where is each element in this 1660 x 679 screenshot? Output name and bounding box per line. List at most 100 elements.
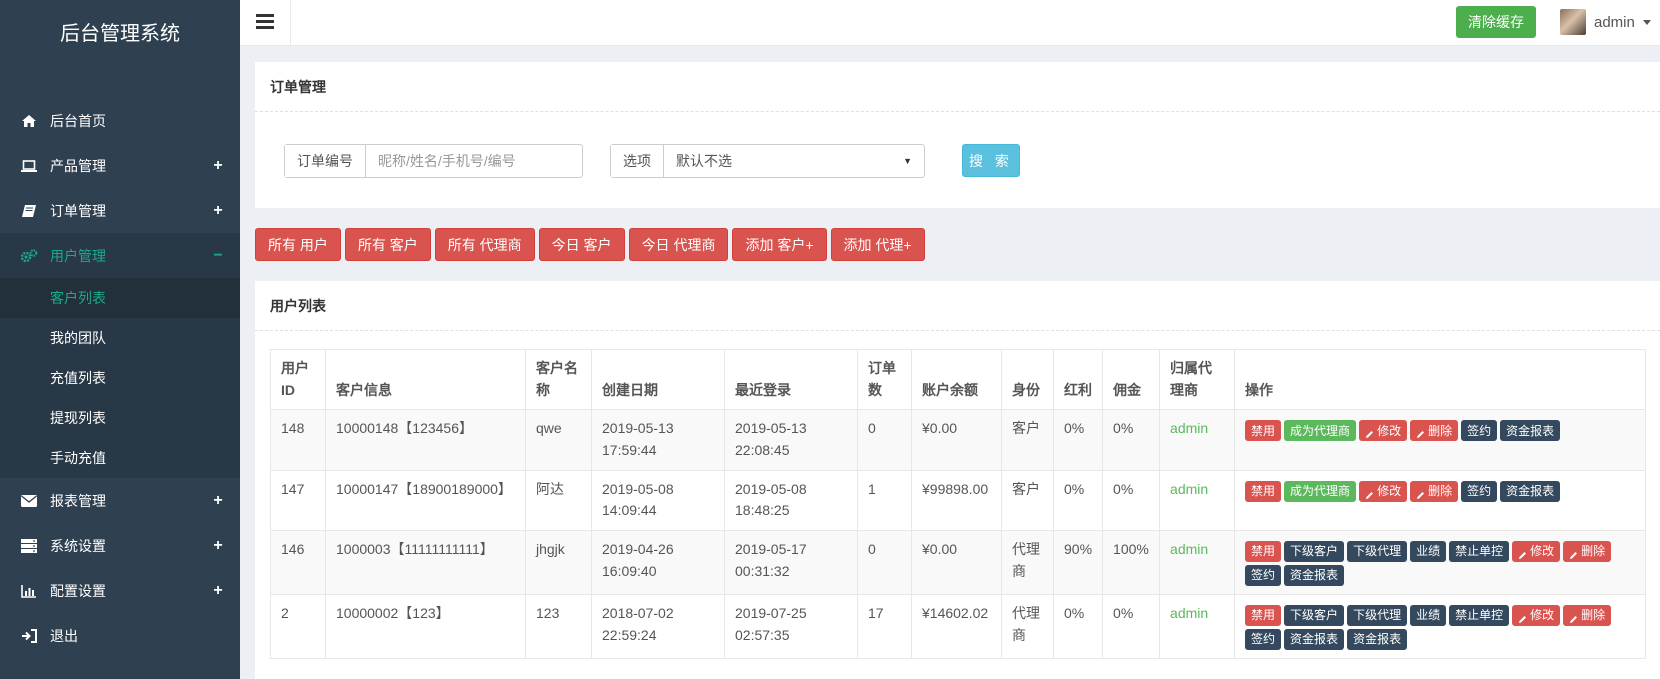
action-button-label: 成为代理商 — [1290, 423, 1351, 438]
filter-all-agents-button[interactable]: 所有 代理商 — [434, 228, 535, 261]
sidebar-item-config[interactable]: 配置设置 + — [0, 568, 240, 613]
sidebar-item-home[interactable]: 后台首页 — [0, 98, 240, 143]
search-button[interactable]: 搜 索 — [962, 144, 1020, 177]
action-button[interactable]: 下级客户 — [1284, 605, 1345, 627]
order-number-label: 订单编号 — [285, 145, 366, 177]
col-header-commission: 佣金 — [1102, 348, 1161, 411]
cell-id: 147 — [270, 469, 326, 532]
action-button[interactable]: 签约 — [1245, 629, 1282, 651]
cell-agent[interactable]: admin — [1159, 469, 1236, 532]
cell-info: 10000148【123456】 — [325, 409, 526, 471]
sidebar-item-system-settings[interactable]: 系统设置 + — [0, 523, 240, 568]
col-header-actions: 操作 — [1234, 348, 1647, 411]
bar-chart-icon — [20, 582, 38, 600]
action-button[interactable]: 签约 — [1461, 480, 1498, 502]
sidebar-subitem-withdraw-list[interactable]: 提现列表 — [0, 398, 240, 438]
sidebar-subitem-recharge-list[interactable]: 充值列表 — [0, 358, 240, 398]
cell-balance: ¥0.00 — [911, 530, 1002, 596]
action-button[interactable]: 成为代理商 — [1284, 420, 1357, 442]
cell-agent[interactable]: admin — [1159, 530, 1236, 596]
sidebar-item-label: 订单管理 — [50, 202, 106, 219]
filter-today-customers-button[interactable]: 今日 客户 — [538, 228, 625, 261]
order-search-input[interactable]: 昵称/姓名/手机号/编号 — [366, 145, 582, 177]
pencil-icon — [1569, 547, 1578, 560]
sidebar-item-users[interactable]: 用户管理 − — [0, 233, 240, 278]
action-button[interactable]: 成为代理商 — [1284, 480, 1357, 502]
option-select[interactable]: 默认不选 ▼ — [664, 145, 924, 177]
action-button[interactable]: 业绩 — [1410, 605, 1447, 627]
action-button[interactable]: 修改 — [1359, 480, 1408, 502]
user-menu[interactable]: admin — [1560, 8, 1651, 36]
action-button-label: 成为代理商 — [1290, 483, 1351, 498]
action-button[interactable]: 禁用 — [1245, 541, 1282, 563]
filter-today-agents-button[interactable]: 今日 代理商 — [628, 228, 729, 261]
action-button[interactable]: 删除 — [1563, 605, 1612, 627]
action-button[interactable]: 资金报表 — [1500, 480, 1561, 502]
action-button[interactable]: 删除 — [1410, 480, 1459, 502]
expand-icon: + — [213, 536, 223, 554]
action-button-label: 资金报表 — [1290, 568, 1339, 583]
sidebar-subitem-my-team[interactable]: 我的团队 — [0, 318, 240, 358]
action-button-label: 资金报表 — [1353, 632, 1402, 647]
sidebar-item-products[interactable]: 产品管理 + — [0, 143, 240, 188]
clear-cache-button[interactable]: 清除缓存 — [1456, 6, 1536, 38]
action-button[interactable]: 禁止单控 — [1449, 605, 1510, 627]
cell-id: 2 — [270, 594, 326, 660]
action-button[interactable]: 禁用 — [1245, 605, 1282, 627]
action-button[interactable]: 签约 — [1461, 420, 1498, 442]
brand-title: 后台管理系统 — [60, 22, 180, 45]
cell-actions: 禁用 下级客户 下级代理 业绩 禁止单控 修改 删除 签约 资金报表 资金报表 — [1234, 594, 1647, 660]
action-button[interactable]: 删除 — [1410, 420, 1459, 442]
action-button[interactable]: 下级代理 — [1347, 605, 1408, 627]
action-button[interactable]: 禁用 — [1245, 420, 1282, 442]
col-header-role: 身份 — [1001, 348, 1054, 411]
expand-icon: + — [213, 581, 223, 599]
filter-all-users-button[interactable]: 所有 用户 — [255, 228, 341, 261]
action-button[interactable]: 签约 — [1245, 565, 1282, 587]
sidebar-item-logout[interactable]: 退出 — [0, 613, 240, 658]
action-button[interactable]: 资金报表 — [1284, 629, 1345, 651]
cell-agent[interactable]: admin — [1159, 594, 1236, 660]
action-button-label: 签约 — [1467, 423, 1492, 438]
cell-commission: 100% — [1102, 530, 1161, 596]
action-button-label: 修改 — [1530, 608, 1555, 623]
sidebar-subitem-customer-list[interactable]: 客户列表 — [0, 278, 240, 318]
cell-bonus: 0% — [1052, 469, 1104, 532]
action-button-label: 禁用 — [1251, 483, 1276, 498]
select-arrow-icon: ▼ — [903, 156, 912, 166]
action-button[interactable]: 禁用 — [1245, 480, 1282, 502]
table-row: 146 1000003【11111111111】 jhgjk 2019-04-26 1… — [270, 530, 1647, 596]
action-button[interactable]: 业绩 — [1410, 541, 1447, 563]
sidebar-item-reports[interactable]: 报表管理 + — [0, 478, 240, 523]
action-button[interactable]: 修改 — [1512, 541, 1561, 563]
action-button[interactable]: 修改 — [1359, 420, 1408, 442]
action-button-label: 修改 — [1530, 544, 1555, 559]
action-button[interactable]: 资金报表 — [1500, 420, 1561, 442]
action-button-label: 禁止单控 — [1455, 544, 1504, 559]
add-customer-button[interactable]: 添加 客户+ — [732, 228, 827, 261]
cell-agent[interactable]: admin — [1159, 409, 1236, 471]
add-agent-button[interactable]: 添加 代理+ — [830, 228, 925, 261]
sidebar-item-orders[interactable]: 订单管理 + — [0, 188, 240, 233]
action-button[interactable]: 禁止单控 — [1449, 541, 1510, 563]
menu-toggle-button[interactable] — [240, 0, 291, 46]
action-button[interactable]: 删除 — [1563, 541, 1612, 563]
sidebar-item-label: 后台首页 — [50, 112, 106, 129]
sidebar-subitem-manual-recharge[interactable]: 手动充值 — [0, 438, 240, 478]
action-button[interactable]: 修改 — [1512, 605, 1561, 627]
filter-all-customers-button[interactable]: 所有 客户 — [344, 228, 431, 261]
cell-created: 2018-07-02 22:59:24 — [591, 594, 725, 660]
action-button[interactable]: 资金报表 — [1347, 629, 1408, 651]
cell-orders: 0 — [857, 530, 912, 596]
action-button[interactable]: 下级客户 — [1284, 541, 1345, 563]
sidebar-item-label: 系统设置 — [50, 537, 106, 554]
action-button[interactable]: 资金报表 — [1284, 565, 1345, 587]
cell-bonus: 0% — [1052, 409, 1104, 471]
cell-id: 148 — [270, 409, 326, 471]
action-button-label: 删除 — [1428, 423, 1453, 438]
cell-commission: 0% — [1102, 594, 1161, 660]
col-header-last-login: 最近登录 — [724, 348, 858, 411]
cell-info: 10000002【123】 — [325, 594, 526, 660]
action-buttons: 禁用 成为代理商 修改 删除 签约 资金报表 — [1245, 418, 1635, 442]
action-button[interactable]: 下级代理 — [1347, 541, 1408, 563]
